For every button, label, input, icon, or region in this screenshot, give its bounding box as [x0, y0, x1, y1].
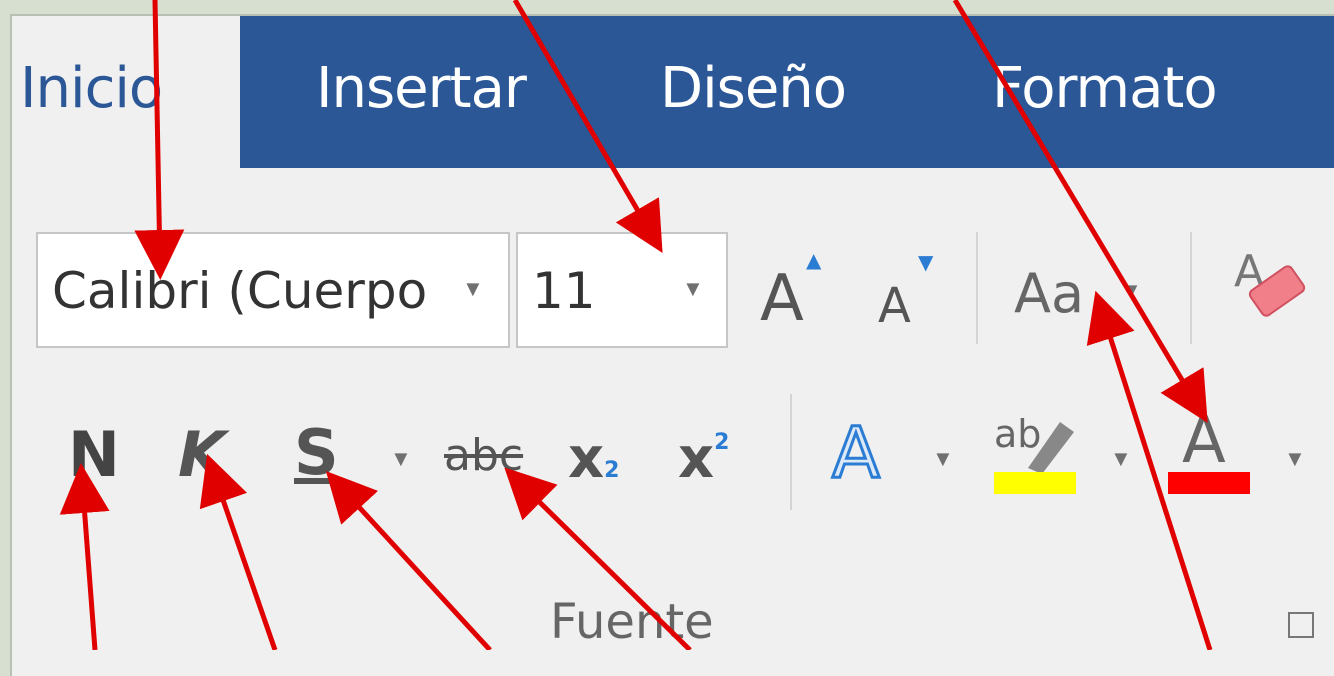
text-effects-dropdown-icon[interactable]: ▼ [932, 446, 954, 472]
font-size-dropdown-icon[interactable]: ▼ [682, 276, 704, 302]
font-color-swatch [1168, 472, 1250, 494]
separator [790, 394, 792, 510]
highlight-button[interactable]: ab [994, 412, 1080, 494]
superscript-num: 2 [714, 430, 730, 455]
font-color-button[interactable]: A [1168, 404, 1250, 494]
subscript-button[interactable]: x2 [568, 426, 619, 491]
italic-button[interactable]: K [178, 418, 226, 491]
bold-button[interactable]: N [68, 418, 120, 491]
subscript-label: x [568, 426, 605, 491]
separator [1190, 232, 1192, 344]
group-label-fuente: Fuente [550, 594, 714, 650]
separator [976, 232, 978, 344]
tab-inicio[interactable]: Inicio [20, 56, 163, 121]
dialog-launcher-icon[interactable] [1288, 612, 1314, 638]
change-case-dropdown-icon[interactable]: ▼ [1120, 278, 1142, 304]
change-case-button[interactable]: Aa [1014, 262, 1084, 325]
font-size-combo[interactable]: 11 ▼ [516, 232, 728, 348]
shrink-arrow-icon: ▼ [918, 250, 934, 274]
grow-font-icon: A [760, 262, 804, 336]
font-color-dropdown-icon[interactable]: ▼ [1284, 446, 1306, 472]
subscript-num: 2 [604, 458, 620, 483]
grow-font-button[interactable]: A ▲ [760, 248, 821, 336]
strikethrough-button[interactable]: abc [444, 430, 523, 481]
font-size-value: 11 [532, 262, 596, 320]
shrink-font-icon: A [878, 278, 911, 334]
clear-formatting-button[interactable]: A [1234, 246, 1314, 326]
highlighter-icon [994, 422, 1076, 494]
tab-formato[interactable]: Formato [992, 56, 1218, 121]
tab-bar: Insertar Diseño Formato [240, 16, 1334, 168]
font-name-dropdown-icon[interactable]: ▼ [462, 276, 484, 302]
text-effects-button[interactable]: A [831, 411, 882, 496]
shrink-font-button[interactable]: A ▼ [878, 250, 933, 334]
change-case-label: Aa [1014, 262, 1085, 325]
font-name-value: Calibri (Cuerpo [52, 262, 428, 320]
eraser-icon: A [1234, 246, 1306, 317]
superscript-button[interactable]: x2 [678, 426, 729, 491]
tab-diseno[interactable]: Diseño [660, 56, 847, 121]
underline-dropdown-icon[interactable]: ▼ [390, 446, 412, 472]
underline-button[interactable]: S [294, 416, 339, 489]
font-name-combo[interactable]: Calibri (Cuerpo ▼ [36, 232, 510, 348]
highlight-dropdown-icon[interactable]: ▼ [1110, 446, 1132, 472]
grow-arrow-icon: ▲ [806, 248, 822, 272]
ribbon-frame: Inicio Insertar Diseño Formato Calibri (… [10, 14, 1334, 676]
tab-insertar[interactable]: Insertar [316, 56, 527, 121]
font-color-label: A [1182, 404, 1226, 478]
superscript-label: x [678, 426, 715, 491]
